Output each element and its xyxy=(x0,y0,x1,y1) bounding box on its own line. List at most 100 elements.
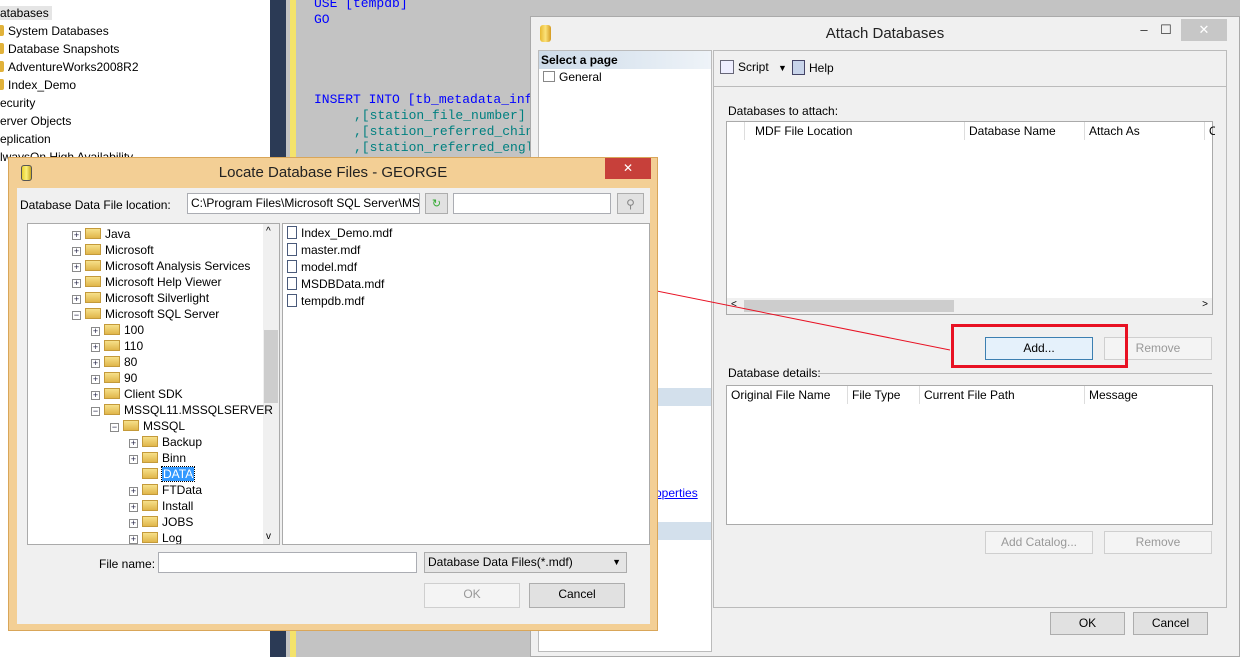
file-item[interactable]: model.mdf xyxy=(287,259,357,276)
tree-item[interactable]: + Install xyxy=(129,498,193,514)
file-item[interactable]: tempdb.mdf xyxy=(287,293,364,310)
tree-item[interactable]: + Microsoft Analysis Services xyxy=(72,258,250,274)
expand-icon[interactable]: + xyxy=(91,359,100,368)
tree-item[interactable]: + Binn xyxy=(129,450,186,466)
folder-icon xyxy=(142,516,158,527)
expand-icon[interactable]: + xyxy=(72,263,81,272)
file-icon xyxy=(287,243,297,256)
folder-icon xyxy=(85,276,101,287)
scroll-up-icon[interactable]: ^ xyxy=(266,226,271,237)
folder-icon xyxy=(104,340,120,351)
expand-icon[interactable]: + xyxy=(91,327,100,336)
tree-item[interactable]: − MSSQL11.MSSQLSERVER xyxy=(91,402,273,418)
tree-item[interactable]: +100 xyxy=(91,322,144,338)
file-type-select[interactable]: Database Data Files(*.mdf) ▼ xyxy=(424,552,627,573)
tree-item[interactable]: + Backup xyxy=(129,434,202,450)
expand-icon[interactable]: + xyxy=(129,455,138,464)
file-icon xyxy=(287,226,297,239)
tree-item-label: MSSQL xyxy=(143,419,186,433)
file-name: master.mdf xyxy=(301,243,361,257)
tree-item-label: 100 xyxy=(124,323,145,337)
folder-tree[interactable]: ^ v + Java + Microsoft + Microsoft Analysis S… xyxy=(27,223,280,545)
expand-icon[interactable]: + xyxy=(129,519,138,528)
expand-icon[interactable]: + xyxy=(129,487,138,496)
tree-item[interactable]: + Microsoft xyxy=(72,242,154,258)
folder-icon xyxy=(104,372,120,383)
refresh-button[interactable]: ↻ xyxy=(425,193,448,214)
tree-item-label: Microsoft Help Viewer xyxy=(105,275,222,289)
file-name: tempdb.mdf xyxy=(301,294,365,308)
tree-item[interactable]: + Client SDK xyxy=(91,386,183,402)
folder-icon xyxy=(123,420,139,431)
scroll-down-icon[interactable]: v xyxy=(266,531,271,542)
tree-item-label: Microsoft Analysis Services xyxy=(105,259,251,273)
vertical-scrollbar[interactable]: ^ v xyxy=(263,224,279,544)
file-list[interactable]: Index_Demo.mdf master.mdf model.mdf MSDBDat… xyxy=(282,223,650,545)
file-name: Index_Demo.mdf xyxy=(301,226,393,240)
expand-icon[interactable]: + xyxy=(91,343,100,352)
tree-item-label: Backup xyxy=(162,435,203,449)
file-icon xyxy=(287,260,297,273)
file-item[interactable]: Index_Demo.mdf xyxy=(287,225,392,242)
expand-icon[interactable]: + xyxy=(91,391,100,400)
scroll-thumb[interactable] xyxy=(264,330,278,403)
tree-item[interactable]: +90 xyxy=(91,370,137,386)
tree-item-label: DATA xyxy=(160,466,196,482)
tree-item[interactable]: + JOBS xyxy=(129,514,193,530)
tree-item-label: Microsoft SQL Server xyxy=(105,307,220,321)
collapse-icon[interactable]: − xyxy=(91,407,100,416)
file-icon xyxy=(287,294,297,307)
file-name: MSDBData.mdf xyxy=(301,277,385,291)
expand-icon[interactable]: + xyxy=(72,247,81,256)
location-input[interactable]: C:\Program Files\Microsoft SQL Server\MS… xyxy=(187,193,420,214)
search-input[interactable] xyxy=(453,193,611,214)
file-name-label: File name: xyxy=(99,557,156,571)
tree-item[interactable]: − MSSQL xyxy=(110,418,185,434)
search-button[interactable]: ⚲ xyxy=(617,193,644,214)
tree-item[interactable]: DATA xyxy=(129,466,196,482)
expand-icon[interactable]: + xyxy=(129,439,138,448)
location-label: Database Data File location: xyxy=(20,198,171,212)
tree-item[interactable]: + Log xyxy=(129,530,182,544)
folder-icon xyxy=(142,484,158,495)
chevron-down-icon: ▼ xyxy=(612,557,621,567)
expand-icon[interactable]: + xyxy=(72,279,81,288)
locate-database-files-dialog: Locate Database Files - GEORGE ✕ Databas… xyxy=(8,157,658,631)
folder-icon xyxy=(85,260,101,271)
folder-icon xyxy=(142,452,158,463)
dialog-body: Database Data File location: C:\Program … xyxy=(17,188,650,624)
folder-icon xyxy=(85,244,101,255)
tree-item-label: 90 xyxy=(124,371,138,385)
tree-item-label: FTData xyxy=(162,483,203,497)
file-item[interactable]: MSDBData.mdf xyxy=(287,276,384,293)
tree-item[interactable]: +80 xyxy=(91,354,137,370)
tree-item[interactable]: + FTData xyxy=(129,482,202,498)
expand-icon[interactable]: + xyxy=(129,503,138,512)
folder-icon xyxy=(104,404,120,415)
cancel-button[interactable]: Cancel xyxy=(529,583,625,608)
tree-item[interactable]: +110 xyxy=(91,338,143,354)
tree-item[interactable]: + Microsoft Help Viewer xyxy=(72,274,221,290)
dialog-title: Locate Database Files - GEORGE xyxy=(218,164,448,181)
folder-icon xyxy=(142,436,158,447)
tree-item-label: JOBS xyxy=(162,515,194,529)
tree-item[interactable]: − Microsoft SQL Server xyxy=(72,306,219,322)
file-item[interactable]: master.mdf xyxy=(287,242,360,259)
tree-item[interactable]: + Java xyxy=(72,226,130,242)
tree-item[interactable]: + Microsoft Silverlight xyxy=(72,290,209,306)
folder-icon xyxy=(142,500,158,511)
file-name-input[interactable] xyxy=(158,552,417,573)
tree-item-label: Binn xyxy=(162,451,187,465)
collapse-icon[interactable]: − xyxy=(110,423,119,432)
tree-item-label: 110 xyxy=(124,339,144,353)
close-button[interactable]: ✕ xyxy=(605,158,651,179)
file-icon xyxy=(287,277,297,290)
expand-icon[interactable]: + xyxy=(91,375,100,384)
expand-icon[interactable]: + xyxy=(72,295,81,304)
expand-icon[interactable]: + xyxy=(72,231,81,240)
folder-icon xyxy=(104,324,120,335)
collapse-icon[interactable]: − xyxy=(72,311,81,320)
ok-button[interactable]: OK xyxy=(424,583,520,608)
expand-icon[interactable]: + xyxy=(129,535,138,544)
tree-item-label: Microsoft Silverlight xyxy=(105,291,210,305)
